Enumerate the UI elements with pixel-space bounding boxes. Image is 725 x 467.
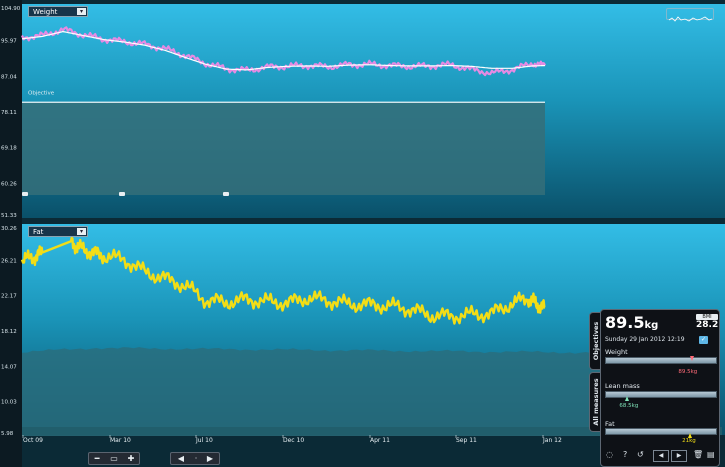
lean-mass-value: 68.5kg [619, 403, 639, 409]
x-tick-label: Dec 10 [283, 437, 304, 444]
y-axis-strip [0, 0, 22, 467]
weight-measure-label: Weight [605, 348, 628, 356]
current-weight-value: 89.5 [605, 313, 645, 332]
bmi-value: 28.2 [696, 320, 719, 330]
y-tick-label: 104.90 [1, 6, 21, 12]
fat-dropdown-label: Fat [33, 228, 44, 236]
y-tick-label: 5.98 [1, 431, 14, 437]
y-tick-label: 30.26 [1, 226, 17, 232]
y-tick-label: 69.18 [1, 146, 17, 152]
y-tick-label: 60.26 [1, 181, 17, 187]
objective-label: Objective [28, 90, 55, 96]
x-tick-label: Sep 11 [456, 437, 477, 444]
lean-mass-bar [605, 391, 717, 398]
objective-marker [119, 192, 125, 196]
tab-objectives-label: Objectives [592, 321, 600, 361]
lean-mass-marker-icon [624, 396, 629, 401]
weight-measure-bar [605, 357, 717, 364]
next-icon[interactable]: ▶ [671, 450, 687, 462]
y-tick-label: 95.97 [1, 39, 17, 45]
chevron-down-icon: ▾ [77, 8, 86, 15]
y-tick-label: 10.03 [1, 400, 17, 406]
prev-icon[interactable]: ◀ [653, 450, 669, 462]
lean-mass-area [22, 347, 660, 436]
tab-all-measures-label: All measures [592, 378, 600, 426]
scroll-left-icon[interactable]: ◀ [175, 453, 187, 464]
current-weight-unit: kg [644, 320, 659, 331]
y-tick-label: 87.04 [1, 74, 17, 80]
trash-icon[interactable]: 🗑 [693, 450, 703, 459]
zoom-slider-icon[interactable]: ▭ [108, 453, 120, 464]
sparkline-thumbnail[interactable] [666, 8, 714, 22]
sparkline-icon [668, 16, 713, 22]
undo-icon[interactable]: ↺ [637, 450, 644, 459]
x-tick-label: Oct 09 [23, 437, 43, 444]
weight-dropdown[interactable]: Weight ▾ [28, 6, 88, 17]
measure-date: Sunday 29 Jan 2012 12:19 [605, 336, 685, 343]
notes-icon[interactable]: ▤ [707, 450, 715, 459]
y-tick-label: 14.07 [1, 364, 17, 370]
objective-area [22, 102, 545, 195]
zoom-control[interactable]: ━ ▭ ✚ [88, 452, 140, 465]
y-tick-label: 26.21 [1, 258, 17, 264]
y-tick-label: 51.33 [1, 213, 17, 219]
help-icon[interactable]: ? [623, 450, 627, 459]
current-weight: 89.5kg [605, 313, 658, 332]
fat-dropdown[interactable]: Fat ▾ [28, 226, 88, 237]
fat-measure-bar [605, 428, 717, 435]
y-tick-label: 78.11 [1, 110, 17, 116]
fat-measure-label: Fat [605, 420, 615, 428]
twitter-icon[interactable]: ✓ [699, 336, 708, 344]
zoom-in-icon[interactable]: ✚ [125, 453, 137, 464]
scroll-control[interactable]: ◀ · ▶ [170, 452, 220, 465]
objective-marker [223, 192, 229, 196]
chevron-down-icon: ▾ [77, 228, 86, 235]
x-tick-label: Apr 11 [370, 437, 390, 444]
weight-dropdown-label: Weight [33, 8, 58, 16]
scroll-separator-icon: · [194, 454, 198, 463]
measure-panel: 89.5kg BMI 28.2 Sunday 29 Jan 2012 12:19… [600, 309, 720, 467]
fat-measure-value: 21kg [682, 438, 696, 444]
lean-mass-label: Lean mass [605, 382, 640, 390]
y-tick-label: 18.12 [1, 329, 17, 335]
scroll-right-icon[interactable]: ▶ [204, 453, 216, 464]
zoom-out-icon[interactable]: ━ [91, 453, 103, 464]
weight-marker-icon [689, 356, 694, 361]
y-tick-label: 22.17 [1, 294, 17, 300]
chat-icon[interactable]: ◌ [606, 450, 613, 459]
x-tick-label: Jan 12 [542, 437, 562, 444]
x-tick-label: Jul 10 [195, 437, 213, 444]
weight-measure-value: 89.5kg [678, 369, 698, 375]
x-tick-label: Mar 10 [110, 437, 131, 444]
bmi-box: BMI 28.2 [696, 314, 718, 331]
objective-marker [22, 192, 28, 196]
